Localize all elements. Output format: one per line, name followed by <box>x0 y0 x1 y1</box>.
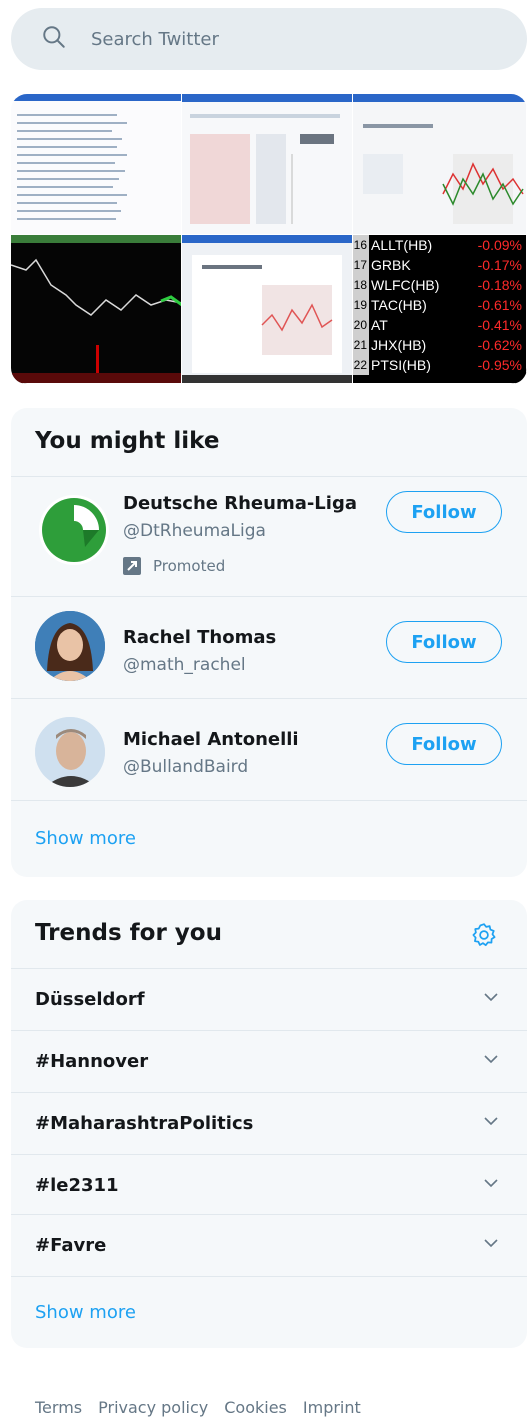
trend-item[interactable]: Düsseldorf <box>11 969 527 1030</box>
trend-item[interactable]: #Favre <box>11 1215 527 1276</box>
trend-item[interactable]: #Hannover <box>11 1031 527 1092</box>
chevron-down-icon[interactable] <box>483 991 499 1003</box>
footer-link-imprint[interactable]: Imprint <box>303 1398 361 1417</box>
card-title: Trends for you <box>35 920 222 946</box>
avatar[interactable] <box>35 717 105 787</box>
user-name[interactable]: Rachel Thomas <box>123 627 276 648</box>
media-thumbnail[interactable] <box>182 94 353 235</box>
media-thumbnail[interactable] <box>353 94 527 235</box>
user-name[interactable]: Michael Antonelli <box>123 729 299 750</box>
trend-name[interactable]: #Favre <box>35 1235 106 1256</box>
footer-links: Terms Privacy policy Cookies Imprint <box>35 1398 361 1417</box>
trend-name[interactable]: #le2311 <box>35 1175 119 1196</box>
media-grid[interactable]: 16 ALLT(HB) -0.09% 17 GRBK -0.17% 18 WLFC(HB)… <box>11 94 527 384</box>
avatar[interactable] <box>35 611 105 681</box>
settings-gear-icon[interactable] <box>471 922 497 948</box>
media-thumbnail-stock-list[interactable]: 16 ALLT(HB) -0.09% 17 GRBK -0.17% 18 WLFC(HB)… <box>353 235 527 384</box>
chevron-down-icon[interactable] <box>483 1115 499 1127</box>
show-more-link[interactable]: Show more <box>35 1302 136 1323</box>
follow-button[interactable]: Follow <box>386 491 502 533</box>
media-thumbnail[interactable] <box>182 235 353 384</box>
promoted-icon <box>123 557 141 575</box>
trend-name[interactable]: #Hannover <box>35 1051 148 1072</box>
chevron-down-icon[interactable] <box>483 1177 499 1189</box>
who-to-follow-card: You might like Deutsche Rheuma-Liga @DtR… <box>11 408 527 877</box>
user-row[interactable]: Deutsche Rheuma-Liga @DtRheumaLiga Promo… <box>11 477 527 597</box>
footer-link-privacy[interactable]: Privacy policy <box>98 1398 208 1417</box>
user-handle[interactable]: @BullandBaird <box>123 757 248 777</box>
user-row[interactable]: Rachel Thomas @math_rachel Follow <box>11 597 527 698</box>
promoted-label: Promoted <box>123 557 225 575</box>
footer-link-terms[interactable]: Terms <box>35 1398 82 1417</box>
trend-name[interactable]: #MaharashtraPolitics <box>35 1113 253 1134</box>
user-handle[interactable]: @DtRheumaLiga <box>123 521 266 541</box>
follow-button[interactable]: Follow <box>386 621 502 663</box>
user-row[interactable]: Michael Antonelli @BullandBaird Follow <box>11 699 527 800</box>
trends-card: Trends for you Düsseldorf #Hannover #Mah… <box>11 900 527 1348</box>
trend-name[interactable]: Düsseldorf <box>35 989 145 1010</box>
footer-link-cookies[interactable]: Cookies <box>224 1398 287 1417</box>
user-handle[interactable]: @math_rachel <box>123 655 246 675</box>
search-input[interactable] <box>89 27 473 51</box>
search-icon <box>41 24 67 55</box>
user-name[interactable]: Deutsche Rheuma-Liga <box>123 493 357 514</box>
media-thumbnail[interactable] <box>11 94 182 235</box>
avatar[interactable] <box>39 495 109 565</box>
search-bar[interactable] <box>11 8 527 70</box>
trend-item[interactable]: #le2311 <box>11 1155 527 1216</box>
trend-item[interactable]: #MaharashtraPolitics <box>11 1093 527 1154</box>
show-more-link[interactable]: Show more <box>35 828 136 849</box>
card-title: You might like <box>35 428 220 454</box>
chevron-down-icon[interactable] <box>483 1237 499 1249</box>
follow-button[interactable]: Follow <box>386 723 502 765</box>
chevron-down-icon[interactable] <box>483 1053 499 1065</box>
media-thumbnail[interactable] <box>11 235 182 384</box>
